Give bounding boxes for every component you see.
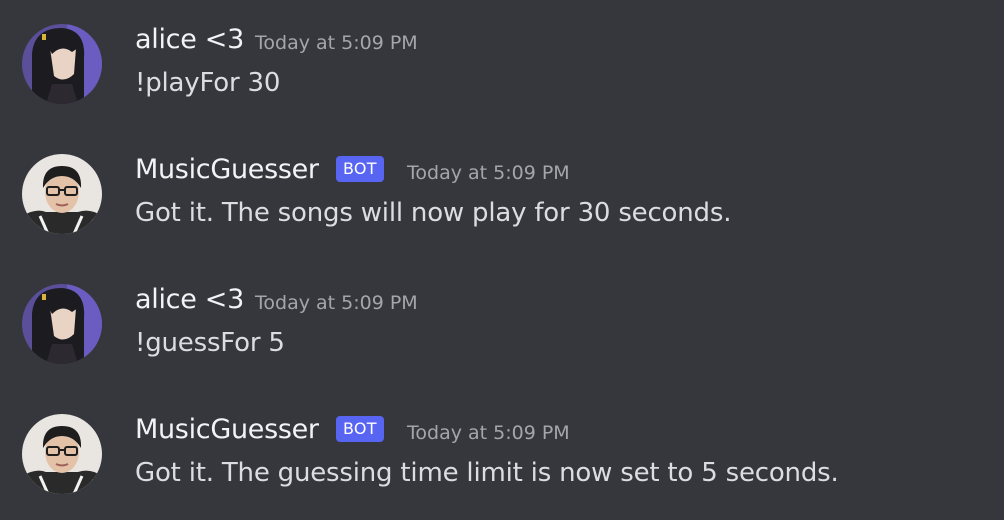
chat-message: alice <3 Today at 5:09 PM !playFor 30 <box>0 0 1004 110</box>
message-content: Got it. The songs will now play for 30 s… <box>135 198 732 228</box>
chat-message-list: alice <3 Today at 5:09 PM !playFor 30 Mu… <box>0 0 1004 520</box>
bot-badge: BOT <box>336 416 384 442</box>
bot-badge: BOT <box>336 156 384 182</box>
bot-avatar[interactable] <box>22 154 102 234</box>
author-name[interactable]: alice <3 <box>135 24 244 55</box>
chat-message: MusicGuesser BOT Today at 5:09 PM Got it… <box>0 130 1004 240</box>
anime-girl-avatar-icon <box>22 284 102 364</box>
message-timestamp: Today at 5:09 PM <box>255 292 418 314</box>
chat-message: alice <3 Today at 5:09 PM !guessFor 5 <box>0 260 1004 370</box>
message-timestamp: Today at 5:09 PM <box>407 162 570 184</box>
message-timestamp: Today at 5:09 PM <box>407 422 570 444</box>
message-content: !guessFor 5 <box>135 328 285 358</box>
author-name[interactable]: MusicGuesser <box>135 154 319 185</box>
person-with-glasses-avatar-icon <box>22 414 102 494</box>
person-with-glasses-avatar-icon <box>22 154 102 234</box>
anime-girl-avatar-icon <box>22 24 102 104</box>
message-content: !playFor 30 <box>135 68 281 98</box>
user-avatar[interactable] <box>22 24 102 104</box>
message-content: Got it. The guessing time limit is now s… <box>135 458 839 488</box>
bot-avatar[interactable] <box>22 414 102 494</box>
message-timestamp: Today at 5:09 PM <box>255 32 418 54</box>
user-avatar[interactable] <box>22 284 102 364</box>
author-name[interactable]: alice <3 <box>135 284 244 315</box>
author-name[interactable]: MusicGuesser <box>135 414 319 445</box>
chat-message: MusicGuesser BOT Today at 5:09 PM Got it… <box>0 390 1004 500</box>
